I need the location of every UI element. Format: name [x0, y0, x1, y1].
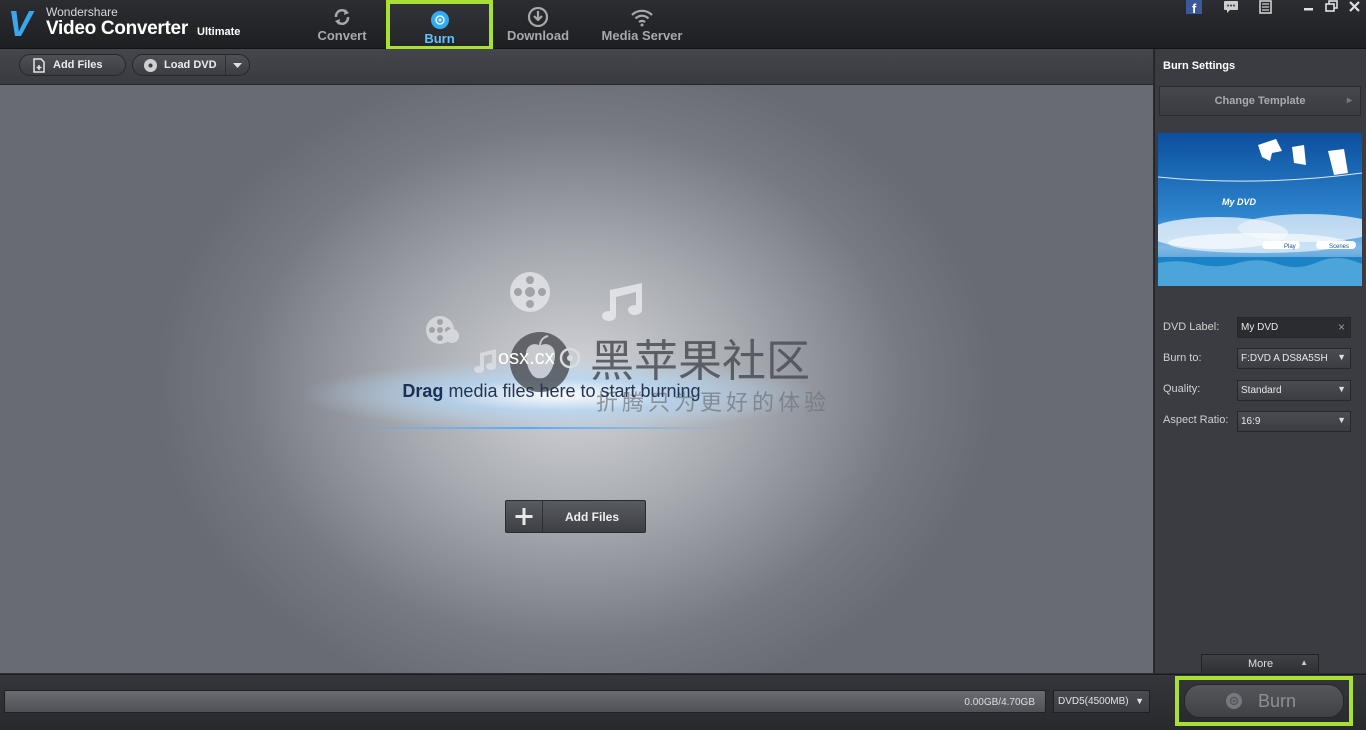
template-scenes: Scenes: [1329, 244, 1349, 250]
chevron-down-icon: ▼: [1337, 384, 1346, 394]
tab-burn-label: Burn: [424, 31, 455, 46]
logo-v-icon: V: [8, 3, 33, 44]
download-icon: [527, 7, 549, 27]
product-name: Video Converter: [46, 18, 188, 39]
watermark-cn-title: 黑苹果社区: [590, 336, 810, 387]
burn-button-highlight: Burn: [1175, 676, 1353, 726]
drop-zone[interactable]: 黑苹果社区 折腾只为更好的体验 osx.cx Drag media files …: [0, 85, 1153, 673]
minimize-icon[interactable]: [1300, 0, 1318, 14]
toolbar: Add Files Load DVD: [0, 49, 1153, 85]
burn-to-label: Burn to:: [1163, 352, 1202, 364]
aspect-ratio-value: 16:9: [1241, 416, 1261, 427]
chevron-down-icon: ▼: [1135, 696, 1144, 706]
restore-icon[interactable]: [1323, 0, 1341, 14]
burn-button-label: Burn: [1258, 691, 1297, 711]
burn-button[interactable]: Burn: [1184, 684, 1344, 718]
svg-text:f: f: [1192, 1, 1197, 14]
load-dvd-label: Load DVD: [164, 59, 217, 71]
quality-label: Quality:: [1163, 383, 1201, 395]
edition-name: Ultimate: [197, 26, 241, 38]
disc-type-select[interactable]: DVD5(4500MB) ▼: [1053, 690, 1150, 713]
chevron-up-icon: ▲: [1300, 658, 1308, 667]
divider: [225, 55, 226, 75]
chevron-down-icon: ▼: [1337, 415, 1346, 425]
add-files-button[interactable]: Add Files: [19, 54, 126, 76]
aspect-ratio-label: Aspect Ratio:: [1163, 414, 1229, 426]
template-preview-image: My DVD Play Scenes: [1158, 133, 1362, 286]
drop-instructions-bold: Drag: [402, 381, 444, 401]
music-note-small-icon: [474, 349, 497, 373]
chevron-right-icon: ▸: [1346, 95, 1352, 106]
disc-capacity-bar: 0.00GB/4.70GB: [4, 690, 1046, 713]
quality-value: Standard: [1241, 385, 1282, 396]
film-reel-small-icon: [426, 316, 459, 344]
wifi-icon: [631, 9, 653, 27]
menu-icon[interactable]: [1257, 0, 1275, 14]
facebook-icon[interactable]: f: [1186, 0, 1202, 14]
film-reel-icon: [510, 272, 550, 312]
music-note-icon: [602, 283, 642, 321]
disc-type-value: DVD5(4500MB): [1058, 696, 1129, 707]
burn-disc-icon: [1226, 693, 1242, 709]
add-files-label: Add Files: [53, 59, 103, 71]
template-play: Play: [1284, 244, 1296, 250]
chevron-down-icon: ▼: [1337, 352, 1346, 362]
change-template-label: Change Template: [1214, 95, 1306, 107]
tab-convert-label: Convert: [317, 28, 367, 43]
tab-media-server-label: Media Server: [601, 28, 683, 43]
center-add-files-button[interactable]: Add Files: [505, 500, 646, 533]
bottom-bar: 0.00GB/4.70GB DVD5(4500MB) ▼ Burn: [0, 674, 1366, 730]
chevron-down-icon[interactable]: [233, 63, 242, 68]
dvd-disc-icon: [144, 59, 157, 72]
burn-settings-title: Burn Settings: [1163, 60, 1236, 72]
tab-media-server[interactable]: Media Server: [598, 2, 686, 46]
change-template-button[interactable]: Change Template ▸: [1159, 86, 1361, 116]
app-logo: V Wondershare Video Converter Ultimate: [6, 4, 246, 44]
tab-download[interactable]: Download: [503, 2, 573, 46]
center-add-files-label: Add Files: [565, 510, 620, 524]
tab-burn[interactable]: Burn: [386, 0, 493, 50]
watermark-site: osx.cx: [498, 347, 555, 369]
load-dvd-button[interactable]: Load DVD: [132, 54, 250, 76]
brand-name: Wondershare: [46, 5, 118, 19]
convert-icon: [334, 9, 350, 25]
quality-select[interactable]: Standard ▼: [1237, 380, 1351, 401]
title-bar: V Wondershare Video Converter Ultimate C…: [0, 0, 1366, 50]
dvd-label-input[interactable]: My DVD ×: [1237, 317, 1351, 338]
template-title: My DVD: [1222, 197, 1257, 207]
drop-instructions-rest: media files here to start burning: [443, 381, 701, 401]
add-file-icon: [33, 58, 45, 73]
tab-convert[interactable]: Convert: [308, 2, 376, 46]
more-label: More: [1248, 658, 1274, 670]
feedback-icon[interactable]: [1222, 0, 1240, 14]
clear-icon[interactable]: ×: [1338, 320, 1345, 334]
plus-icon: [506, 501, 543, 532]
more-button[interactable]: More ▲: [1201, 654, 1319, 673]
dvd-label-value: My DVD: [1241, 322, 1279, 333]
drop-glow-line: [330, 427, 730, 429]
dvd-label-label: DVD Label:: [1163, 321, 1220, 333]
burn-to-value: F:DVD A DS8A5SH: [1241, 353, 1328, 364]
burn-to-select[interactable]: F:DVD A DS8A5SH ▼: [1237, 348, 1351, 369]
aspect-ratio-select[interactable]: 16:9 ▼: [1237, 411, 1351, 432]
tab-download-label: Download: [506, 28, 570, 43]
close-icon[interactable]: [1346, 0, 1364, 14]
burn-disc-icon: [430, 11, 449, 29]
drop-instructions: Drag media files here to start burning: [0, 381, 1103, 402]
burn-settings-panel: Burn Settings Change Template ▸ My DVD P…: [1154, 49, 1366, 673]
disc-capacity-text: 0.00GB/4.70GB: [964, 697, 1035, 708]
template-preview[interactable]: My DVD Play Scenes: [1158, 133, 1362, 286]
